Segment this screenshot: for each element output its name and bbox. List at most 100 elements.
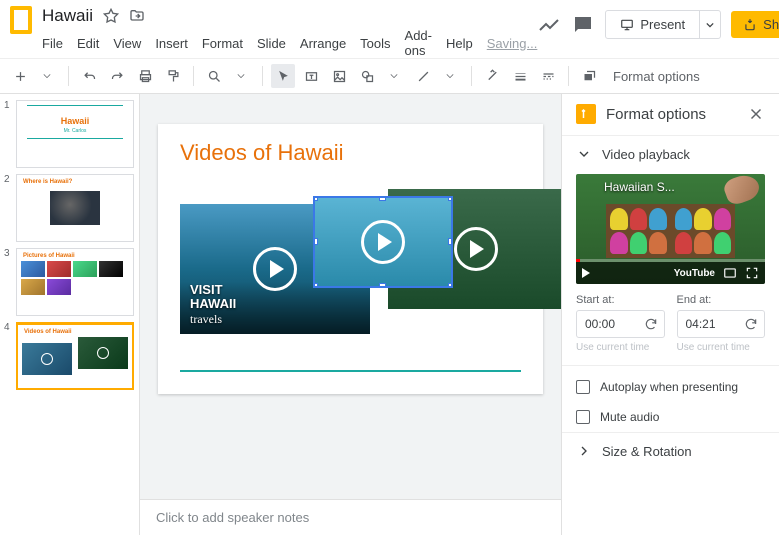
preview-foot (722, 174, 763, 207)
separator (68, 66, 69, 86)
format-options-icon (576, 104, 596, 124)
menu-tools[interactable]: Tools (360, 36, 390, 51)
crop-tool[interactable] (480, 64, 504, 88)
app-header: Hawaii File Edit View Insert Format Slid… (0, 0, 779, 58)
use-current-hint[interactable]: Use current time (576, 342, 665, 353)
youtube-cast-icon[interactable] (723, 266, 737, 280)
paint-format-button[interactable] (161, 64, 185, 88)
shape-tool[interactable] (355, 64, 379, 88)
new-slide-button[interactable] (8, 64, 32, 88)
present-button[interactable]: Present (606, 11, 699, 38)
format-options-button[interactable]: Format options (605, 69, 708, 84)
start-time-input[interactable]: 00:00 (576, 310, 665, 338)
resize-handle-s[interactable] (379, 283, 386, 288)
textbox-tool[interactable] (299, 64, 323, 88)
line-weight-button[interactable] (508, 64, 532, 88)
play-icon (454, 227, 498, 271)
preview-video-title: Hawaiian S... (604, 180, 675, 194)
slide-thumbnail-1[interactable]: Hawaii Mr. Carlos (16, 100, 134, 168)
select-tool[interactable] (271, 64, 295, 88)
image-tool[interactable] (327, 64, 351, 88)
current-slide[interactable]: Videos of Hawaii VISIT HAWAII travels (158, 124, 543, 394)
autoplay-checkbox[interactable]: Autoplay when presenting (562, 372, 779, 402)
section-label: Video playback (602, 147, 690, 162)
toolbar: Format options (0, 58, 779, 94)
print-button[interactable] (133, 64, 157, 88)
end-time-field: End at: 04:21 Use current time (677, 294, 766, 353)
slide-canvas[interactable]: Videos of Hawaii VISIT HAWAII travels (140, 94, 561, 535)
new-slide-dropdown[interactable] (36, 64, 60, 88)
separator (568, 66, 569, 86)
resize-handle-ne[interactable] (448, 196, 453, 201)
panel-title: Format options (606, 106, 737, 123)
undo-button[interactable] (77, 64, 101, 88)
menu-view[interactable]: View (113, 36, 141, 51)
slides-logo-icon[interactable] (10, 6, 32, 34)
preview-content (606, 204, 735, 258)
refresh-icon[interactable] (744, 317, 758, 331)
separator (471, 66, 472, 86)
video-preview[interactable]: Hawaiian S... YouTube (576, 174, 765, 284)
redo-button[interactable] (105, 64, 129, 88)
menu-edit[interactable]: Edit (77, 36, 99, 51)
play-icon (253, 247, 297, 291)
star-icon[interactable] (103, 8, 119, 24)
section-video-playback[interactable]: Video playback (562, 135, 779, 170)
divider (562, 365, 779, 366)
shape-dropdown[interactable] (383, 64, 407, 88)
share-label: Share (763, 17, 779, 32)
saving-status: Saving... (487, 36, 538, 51)
slide-thumbnails: 1 Hawaii Mr. Carlos 2 Where is Hawaii? 3… (0, 94, 140, 535)
mute-checkbox[interactable]: Mute audio (562, 402, 779, 432)
speaker-notes[interactable]: Click to add speaker notes (140, 499, 561, 535)
slide-thumbnail-3[interactable]: Pictures of Hawaii (16, 248, 134, 316)
format-options-panel: Format options Video playback Hawaiian S… (561, 94, 779, 535)
video-3-selected[interactable] (313, 196, 453, 288)
menu-addons[interactable]: Add-ons (405, 28, 432, 58)
slide-title[interactable]: Videos of Hawaii (158, 124, 543, 174)
share-button[interactable]: Share (731, 11, 779, 38)
refresh-icon[interactable] (644, 317, 658, 331)
slide-thumbnail-2[interactable]: Where is Hawaii? (16, 174, 134, 242)
section-size-rotation[interactable]: Size & Rotation (562, 432, 779, 467)
comments-icon[interactable] (571, 13, 595, 37)
resize-handle-se[interactable] (448, 283, 453, 288)
mask-image-button[interactable] (577, 64, 601, 88)
close-icon[interactable] (747, 105, 765, 123)
body: 1 Hawaii Mr. Carlos 2 Where is Hawaii? 3… (0, 94, 779, 535)
menu-help[interactable]: Help (446, 36, 473, 51)
menu-slide[interactable]: Slide (257, 36, 286, 51)
thumb-number: 2 (4, 174, 12, 242)
resize-handle-e[interactable] (448, 238, 453, 245)
line-tool[interactable] (411, 64, 435, 88)
zoom-button[interactable] (202, 64, 226, 88)
youtube-play-icon[interactable] (582, 268, 590, 278)
line-dash-button[interactable] (536, 64, 560, 88)
youtube-controls: YouTube (576, 262, 765, 284)
youtube-logo: YouTube (674, 268, 715, 279)
activity-icon[interactable] (537, 13, 561, 37)
menu-insert[interactable]: Insert (155, 36, 188, 51)
zoom-dropdown[interactable] (230, 64, 254, 88)
resize-handle-n[interactable] (379, 196, 386, 201)
menu-file[interactable]: File (42, 36, 63, 51)
section-label: Size & Rotation (602, 444, 692, 459)
move-to-folder-icon[interactable] (129, 8, 145, 24)
end-time-input[interactable]: 04:21 (677, 310, 766, 338)
present-dropdown[interactable] (699, 11, 720, 38)
resize-handle-w[interactable] (313, 238, 318, 245)
chevron-right-icon (576, 443, 592, 459)
document-title[interactable]: Hawaii (42, 6, 93, 26)
resize-handle-sw[interactable] (313, 283, 318, 288)
thumb-number: 4 (4, 322, 12, 390)
menu-format[interactable]: Format (202, 36, 243, 51)
line-dropdown[interactable] (439, 64, 463, 88)
present-label: Present (640, 17, 685, 32)
mute-label: Mute audio (600, 410, 659, 424)
use-current-hint[interactable]: Use current time (677, 342, 766, 353)
slide-thumbnail-4[interactable]: Videos of Hawaii (16, 322, 134, 390)
title-area: Hawaii File Edit View Insert Format Slid… (42, 6, 537, 58)
youtube-fullscreen-icon[interactable] (745, 266, 759, 280)
resize-handle-nw[interactable] (313, 196, 318, 201)
menu-arrange[interactable]: Arrange (300, 36, 346, 51)
